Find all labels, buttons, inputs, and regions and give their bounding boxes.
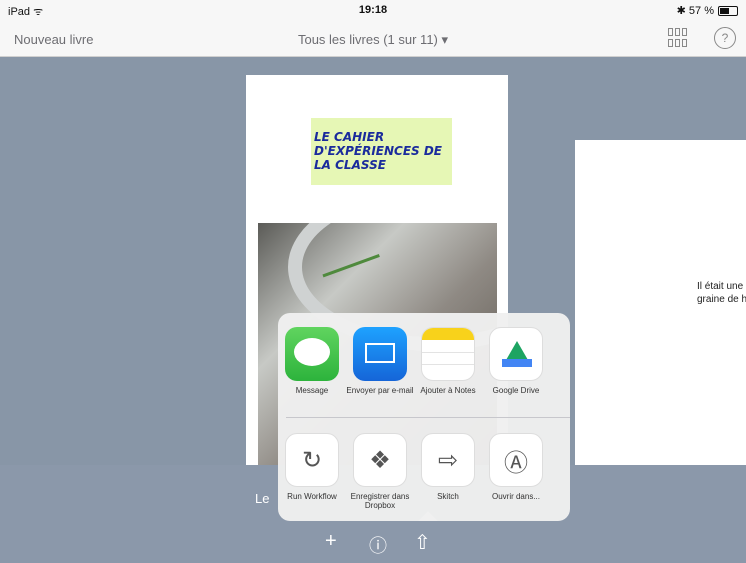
open-in-button[interactable]: Ⓐ Ouvrir dans... (482, 433, 550, 510)
app-store-icon: Ⓐ (489, 433, 543, 487)
next-book-page[interactable]: Il était une graine de h (575, 140, 746, 466)
skitch-button[interactable]: ⇨ Skitch (414, 433, 482, 510)
info-icon[interactable]: ⓘ (369, 532, 387, 558)
share-mail-button[interactable]: Envoyer par e-mail (346, 327, 414, 395)
page-title: Tous les livres (1 sur 11) ▾ (0, 32, 746, 48)
skitch-icon: ⇨ (421, 433, 475, 487)
run-workflow-button[interactable]: ↻ Run Workflow (278, 433, 346, 510)
battery-icon (718, 5, 738, 16)
dropbox-icon: ❖ (353, 433, 407, 487)
all-books-dropdown[interactable]: Tous les livres (1 sur 11) ▾ (298, 32, 448, 47)
book-title: LE CAHIER D'EXPÉRIENCES DE LA CLASSE (311, 118, 452, 185)
notes-icon (421, 327, 475, 381)
add-icon[interactable]: + (325, 530, 337, 553)
refresh-icon: ↻ (285, 433, 339, 487)
mail-icon (353, 327, 407, 381)
battery-text: ✱ 57 % (676, 5, 714, 17)
navigation-bar: Nouveau livre Tous les livres (1 sur 11)… (0, 22, 746, 57)
time-label: 19:18 (358, 4, 388, 16)
book-caption: Le (255, 491, 270, 506)
share-google-drive-button[interactable]: Google Drive (482, 327, 550, 395)
status-bar: iPad ᯤ 19:18 ✱ 57 % (0, 0, 746, 22)
share-icon[interactable]: ⇧ (414, 530, 431, 555)
grid-view-icon[interactable] (668, 28, 690, 48)
battery-status: ✱ 57 % (677, 4, 738, 17)
share-notes-button[interactable]: Ajouter à Notes (414, 327, 482, 395)
google-drive-icon (489, 327, 543, 381)
share-sheet: Message Envoyer par e-mail Ajouter à Not… (278, 313, 570, 521)
message-icon (285, 327, 339, 381)
help-icon[interactable]: ? (714, 27, 736, 49)
share-message-button[interactable]: Message (278, 327, 346, 395)
share-apps-row: Message Envoyer par e-mail Ajouter à Not… (278, 327, 570, 395)
dropbox-button[interactable]: ❖ Enregistrer dans Dropbox (346, 433, 414, 510)
share-actions-row: ↻ Run Workflow ❖ Enregistrer dans Dropbo… (278, 433, 570, 510)
next-book-text: Il était une graine de h (697, 281, 746, 305)
divider (286, 417, 570, 418)
